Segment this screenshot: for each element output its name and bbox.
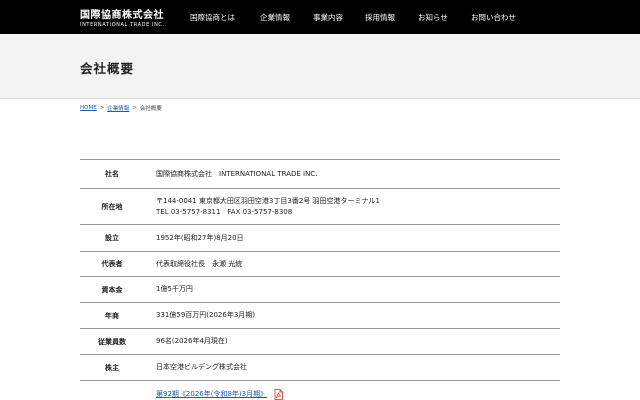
page-title: 会社概要 <box>80 61 135 76</box>
financial-report-link[interactable]: 第92期《2026年(令和8年)3月期》 <box>156 388 560 400</box>
site-header: 国際協商株式会社 INTERNATIONAL TRADE INC. 国際協商とは… <box>0 0 640 34</box>
breadcrumb-separator: > <box>132 105 137 111</box>
table-row: 株主 日本空港ビルデング株式会社 <box>80 355 560 381</box>
table-row: 年商 331億59百万円(2026年3月期) <box>80 303 560 329</box>
row-label-representative: 代表者 <box>101 260 123 268</box>
table-row: 従業員数 96名(2026年4月現在) <box>80 329 560 355</box>
row-value-address: 〒144-0041 東京都大田区羽田空港3丁目3番2号 羽田空港ターミナル1 T… <box>144 189 560 224</box>
row-value-company-name: 国際協商株式会社 INTERNATIONAL TRADE INC. <box>144 160 560 188</box>
representative-text: 代表取締役社長 永瀬 光統 <box>156 259 243 268</box>
financial-report-link-text: 第92期《2026年(令和8年)3月期》 <box>156 389 268 398</box>
breadcrumb-current: 会社概要 <box>139 106 162 112</box>
nav-news[interactable]: お知らせ <box>418 12 471 23</box>
nav-business[interactable]: 事業内容 <box>313 12 365 23</box>
row-label-capital: 資本金 <box>101 285 123 294</box>
global-nav: 国際協商とは 企業情報 事業内容 採用情報 お知らせ お問い合わせ <box>190 0 531 34</box>
row-value-representative: 代表取締役社長 永瀬 光統 <box>144 252 560 276</box>
table-row: 所在地 〒144-0041 東京都大田区羽田空港3丁目3番2号 羽田空港ターミナ… <box>80 189 560 225</box>
row-label-employees: 従業員数 <box>98 337 126 346</box>
table-row: 設立 1952年(昭和27年)8月20日 <box>80 225 560 252</box>
logo-english: INTERNATIONAL TRADE INC. <box>80 22 165 28</box>
logo-japanese: 国際協商株式会社 <box>80 10 164 21</box>
pdf-icon[interactable] <box>274 388 283 400</box>
row-value-capital: 1億5千万円 <box>144 277 560 302</box>
row-value-shareholder: 日本空港ビルデング株式会社 <box>144 355 560 380</box>
breadcrumb: HOME > 企業情報 > 会社概要 <box>80 104 162 112</box>
row-value-employees: 96名(2026年4月現在) <box>144 329 560 354</box>
table-row: 第92期《2026年(令和8年)3月期》 <box>80 381 560 400</box>
shareholder-text: 日本空港ビルデング株式会社 <box>156 363 247 371</box>
row-label-company-name: 社名 <box>105 170 119 178</box>
nav-contact[interactable]: お問い合わせ <box>471 12 531 23</box>
nav-about[interactable]: 国際協商とは <box>190 12 260 23</box>
row-value-annual-sales: 331億59百万円(2026年3月期) <box>144 303 560 328</box>
company-name-text: 国際協商株式会社 INTERNATIONAL TRADE INC. <box>156 169 318 178</box>
annual-sales-text: 331億59百万円(2026年3月期) <box>156 311 255 319</box>
row-label-empty <box>80 381 144 400</box>
row-value-established: 1952年(昭和27年)8月20日 <box>144 225 560 251</box>
capital-text: 1億5千万円 <box>156 285 193 293</box>
row-label-shareholder: 株主 <box>105 363 119 372</box>
established-text: 1952年(昭和27年)8月20日 <box>156 233 244 242</box>
breadcrumb-separator: > <box>99 105 105 111</box>
row-label-address: 所在地 <box>101 202 123 211</box>
row-label-established: 設立 <box>105 234 119 242</box>
site-logo[interactable]: 国際協商株式会社 INTERNATIONAL TRADE INC. <box>80 10 165 28</box>
title-band: 会社概要 <box>0 34 640 99</box>
table-row: 資本金 1億5千万円 <box>80 277 560 303</box>
company-info-table: 社名 国際協商株式会社 INTERNATIONAL TRADE INC. 所在地… <box>80 159 560 400</box>
table-row: 代表者 代表取締役社長 永瀬 光統 <box>80 252 560 277</box>
table-row: 社名 国際協商株式会社 INTERNATIONAL TRADE INC. <box>80 160 560 189</box>
phone-fax-text: TEL 03-5757-8311 FAX 03-5757-8308 <box>156 207 293 216</box>
employees-text: 96名(2026年4月現在) <box>156 337 228 345</box>
nav-company-info[interactable]: 企業情報 <box>260 12 313 23</box>
row-value-financial-report: 第92期《2026年(令和8年)3月期》 <box>144 381 560 400</box>
breadcrumb-home[interactable]: HOME <box>80 105 97 111</box>
address-text: 〒144-0041 東京都大田区羽田空港3丁目3番2号 羽田空港ターミナル1 <box>156 196 380 205</box>
breadcrumb-company-info[interactable]: 企業情報 <box>107 104 129 112</box>
nav-recruit[interactable]: 採用情報 <box>365 12 418 23</box>
row-label-annual-sales: 年商 <box>105 311 119 320</box>
